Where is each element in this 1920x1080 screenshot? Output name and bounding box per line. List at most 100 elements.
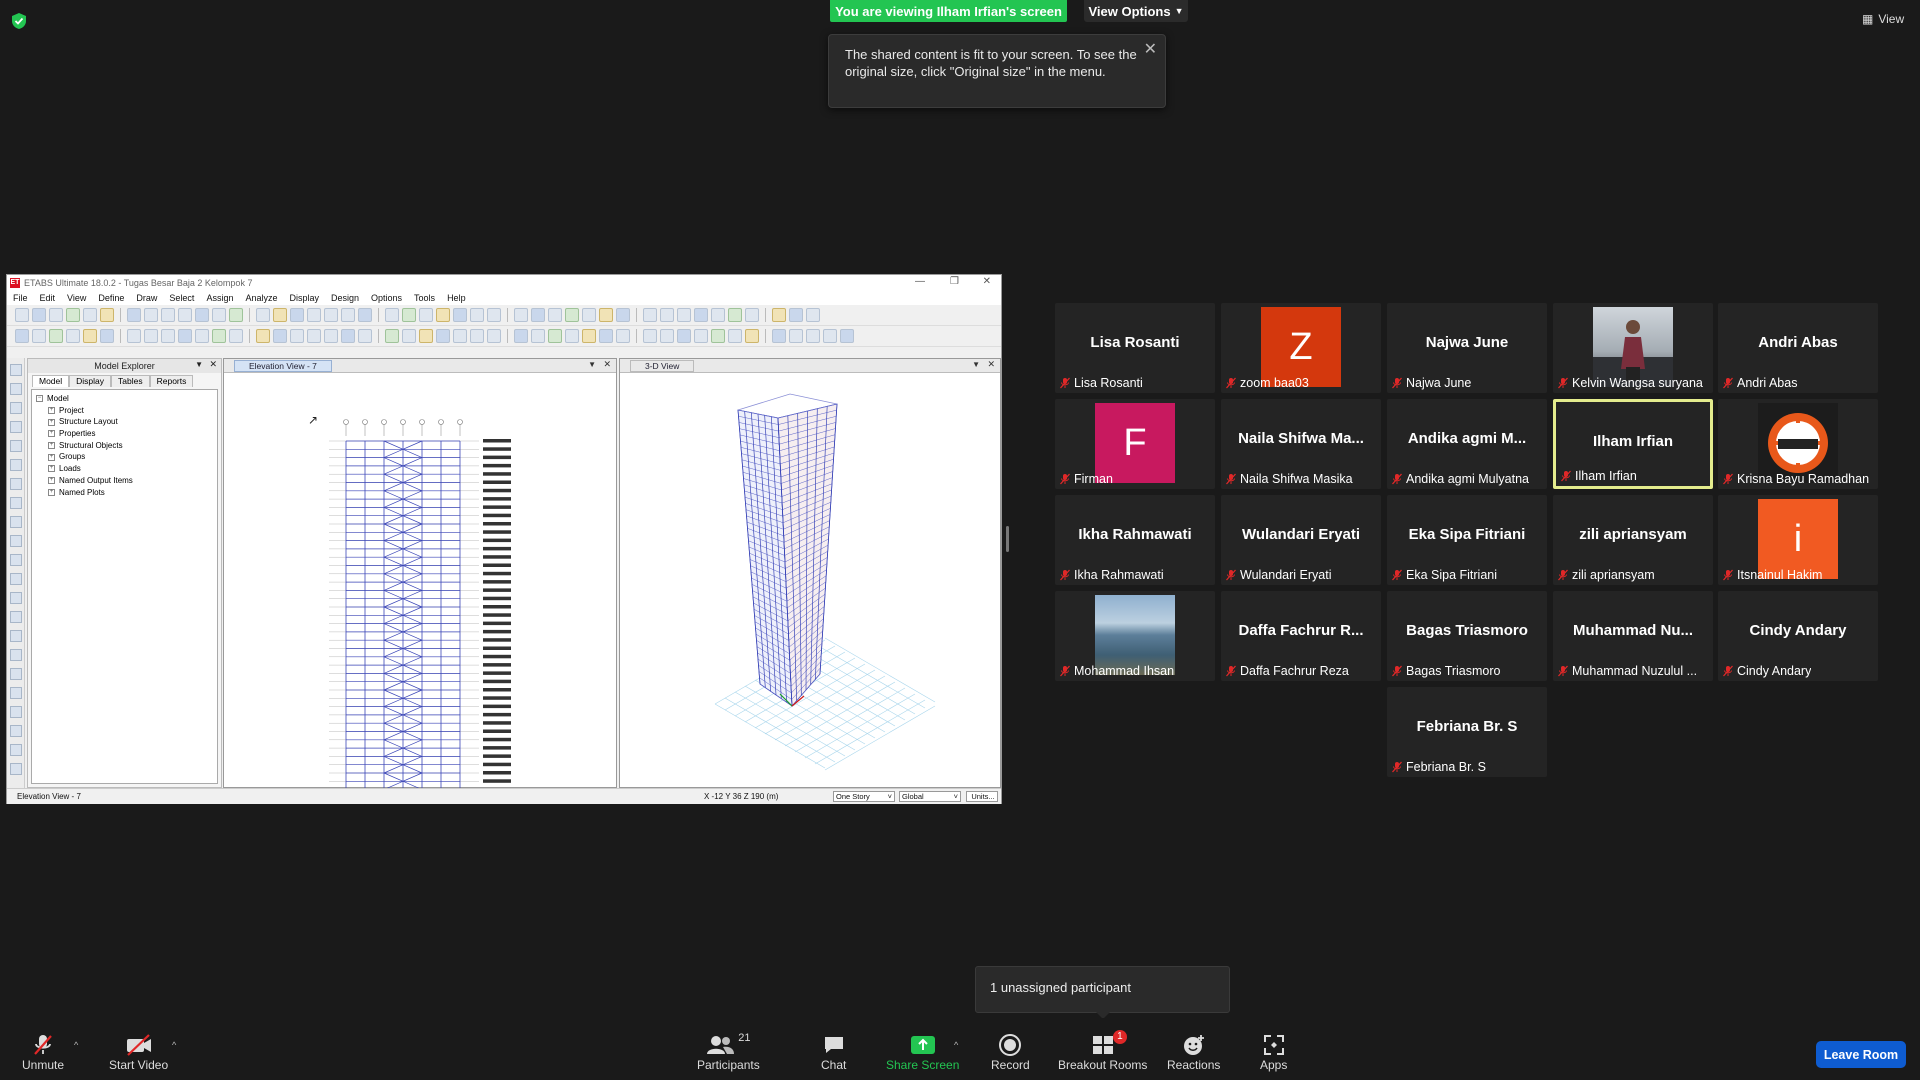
toolbar-tool-icon[interactable] [385,308,399,322]
draw-tool-icon[interactable] [10,535,22,547]
start-video-button[interactable]: Start Video [109,1032,168,1072]
draw-tool-icon[interactable] [10,763,22,775]
expand-icon[interactable]: + [48,465,55,473]
toolbar-tool-icon[interactable] [789,329,803,343]
expand-icon[interactable]: + [48,418,55,426]
toolbar-tool-icon[interactable] [419,308,433,322]
chat-button[interactable]: Chat [821,1032,846,1072]
toolbar-tool-icon[interactable] [728,308,742,322]
tree-item-loads[interactable]: + Loads [36,463,213,475]
toolbar-tool-icon[interactable] [806,308,820,322]
toolbar-tool-icon[interactable] [548,329,562,343]
close-panel-icon[interactable]: ✕ [209,359,217,370]
toolbar-tool-icon[interactable] [660,329,674,343]
tree-item-project[interactable]: + Project [36,405,213,417]
toolbar-tool-icon[interactable] [290,329,304,343]
toolbar-tool-icon[interactable] [32,308,46,322]
toolbar-tool-icon[interactable] [436,329,450,343]
story-select[interactable]: One Story ˅ [833,791,895,802]
toolbar-tool-icon[interactable] [212,308,226,322]
expand-icon[interactable]: + [48,430,55,438]
toolbar-tool-icon[interactable] [324,308,338,322]
share-options-caret-icon[interactable]: ^ [954,1040,958,1050]
toolbar-tool-icon[interactable] [772,329,786,343]
menu-design[interactable]: Design [331,293,359,303]
toolbar-tool-icon[interactable] [823,329,837,343]
draw-tool-icon[interactable] [10,744,22,756]
tree-item-model[interactable]: − Model [36,393,213,405]
3d-view-pane[interactable]: 3-D View ▼ ✕ [619,358,1001,788]
draw-tool-icon[interactable] [10,497,22,509]
menu-view[interactable]: View [67,293,86,303]
participant-tile[interactable]: Najwa June Najwa June [1387,303,1547,393]
toolbar-tool-icon[interactable] [599,308,613,322]
tab-reports[interactable]: Reports [149,375,194,387]
menu-define[interactable]: Define [98,293,124,303]
close-icon[interactable]: ✕ [1144,41,1157,58]
draw-tool-icon[interactable] [10,630,22,642]
participant-tile[interactable]: Ikha Rahmawati Ikha Rahmawati [1055,495,1215,585]
share-screen-button[interactable]: Share Screen [886,1032,959,1072]
participant-tile[interactable]: Muhammad Nu... Muhammad Nuzulul ... [1553,591,1713,681]
tree-item-properties[interactable]: + Properties [36,428,213,440]
toolbar-tool-icon[interactable] [565,329,579,343]
view-menu-button[interactable]: ▦ View [1862,12,1904,26]
dropdown-icon[interactable]: ▼ [588,360,596,369]
toolbar-tool-icon[interactable] [419,329,433,343]
close-window-icon[interactable]: ✕ [983,276,991,287]
toolbar-tool-icon[interactable] [341,329,355,343]
expand-icon[interactable]: + [48,442,55,450]
draw-tool-icon[interactable] [10,592,22,604]
toolbar-tool-icon[interactable] [49,329,63,343]
menu-analyze[interactable]: Analyze [245,293,277,303]
participant-tile[interactable]: Febriana Br. S Febriana Br. S [1387,687,1547,777]
participant-tile[interactable]: F Firman [1055,399,1215,489]
security-shield-icon[interactable] [10,12,28,30]
toolbar-tool-icon[interactable] [32,329,46,343]
draw-tool-icon[interactable] [10,687,22,699]
draw-tool-icon[interactable] [10,611,22,623]
draw-tool-icon[interactable] [10,649,22,661]
toolbar-tool-icon[interactable] [49,308,63,322]
toolbar-tool-icon[interactable] [643,329,657,343]
toolbar-tool-icon[interactable] [273,329,287,343]
toolbar-tool-icon[interactable] [66,308,80,322]
toolbar-tool-icon[interactable] [341,308,355,322]
toolbar-tool-icon[interactable] [677,308,691,322]
record-button[interactable]: Record [991,1032,1030,1072]
menu-file[interactable]: File [13,293,28,303]
toolbar-tool-icon[interactable] [358,329,372,343]
toolbar-tool-icon[interactable] [195,329,209,343]
toolbar-tool-icon[interactable] [745,308,759,322]
toolbar-tool-icon[interactable] [100,308,114,322]
draw-tool-icon[interactable] [10,421,22,433]
toolbar-tool-icon[interactable] [470,329,484,343]
toolbar-tool-icon[interactable] [470,308,484,322]
draw-tool-icon[interactable] [10,440,22,452]
toolbar-tool-icon[interactable] [694,329,708,343]
toolbar-tool-icon[interactable] [307,308,321,322]
coordinate-system-select[interactable]: Global ˅ [899,791,961,802]
toolbar-tool-icon[interactable] [83,308,97,322]
draw-tool-icon[interactable] [10,364,22,376]
restore-icon[interactable]: ❐ [950,276,959,287]
dropdown-icon[interactable]: ▼ [972,360,980,369]
toolbar-tool-icon[interactable] [711,308,725,322]
participants-button[interactable]: 21 Participants [697,1032,760,1072]
toolbar-tool-icon[interactable] [402,329,416,343]
toolbar-tool-icon[interactable] [66,329,80,343]
toolbar-tool-icon[interactable] [161,329,175,343]
toolbar-tool-icon[interactable] [531,329,545,343]
toolbar-tool-icon[interactable] [273,308,287,322]
toolbar-tool-icon[interactable] [436,308,450,322]
toolbar-tool-icon[interactable] [127,329,141,343]
participant-tile[interactable]: Cindy Andary Cindy Andary [1718,591,1878,681]
close-view-icon[interactable]: ✕ [603,359,611,370]
toolbar-tool-icon[interactable] [789,308,803,322]
participant-tile[interactable]: Wulandari Eryati Wulandari Eryati [1221,495,1381,585]
collapse-icon[interactable]: − [36,395,43,403]
expand-icon[interactable]: + [48,407,55,415]
toolbar-tool-icon[interactable] [229,308,243,322]
split-view-handle[interactable] [1006,526,1009,552]
toolbar-tool-icon[interactable] [616,308,630,322]
